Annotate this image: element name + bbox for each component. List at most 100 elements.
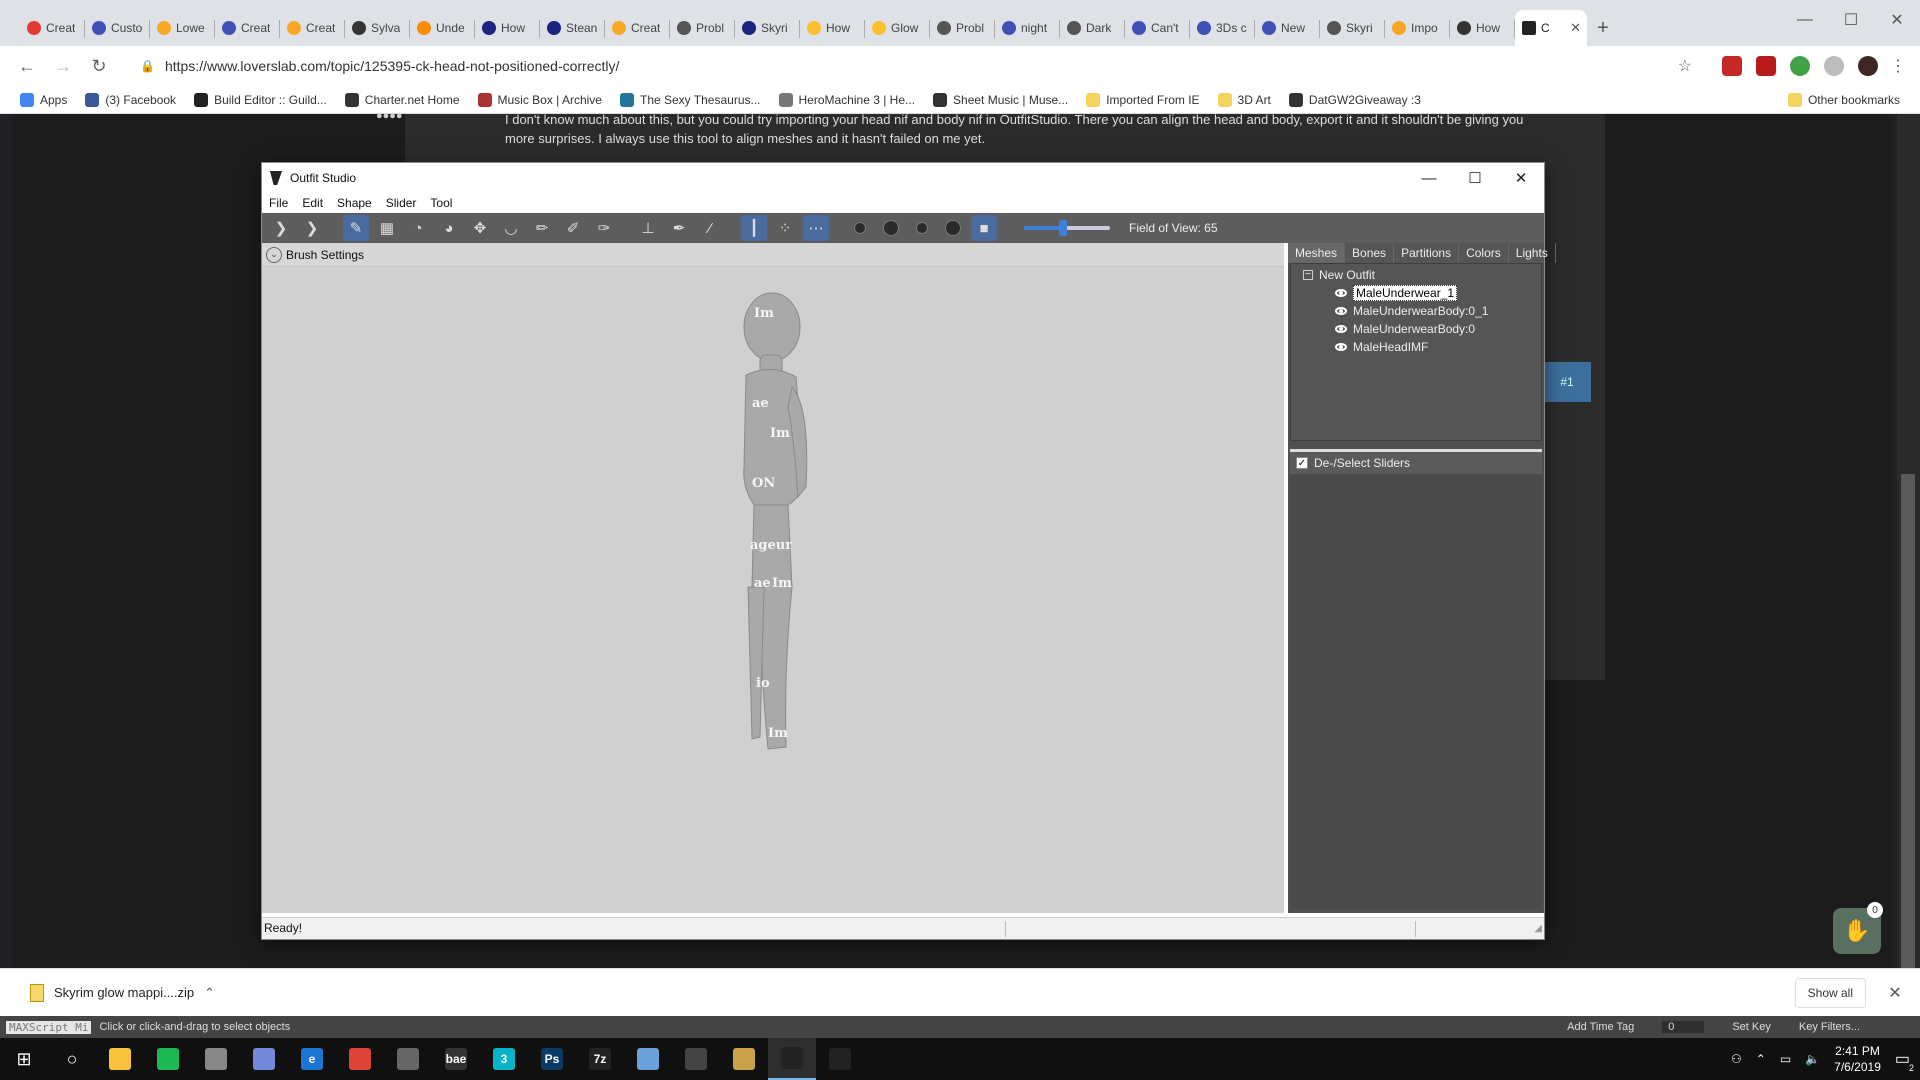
frame-field[interactable]: 0 bbox=[1662, 1021, 1705, 1033]
tab[interactable]: Creat bbox=[20, 10, 85, 46]
pin-icon[interactable]: ✒ bbox=[666, 215, 692, 241]
eye-icon[interactable] bbox=[1335, 343, 1347, 351]
tab[interactable]: Skyri bbox=[735, 10, 800, 46]
tab-active[interactable]: C ✕ bbox=[1515, 10, 1587, 46]
taskbar-app[interactable] bbox=[768, 1038, 816, 1080]
sliders-header[interactable]: ✓ De-/Select Sliders bbox=[1290, 452, 1542, 474]
clock[interactable]: 2:41 PM 7/6/2019 bbox=[1834, 1043, 1881, 1075]
panel-tab[interactable]: Bones bbox=[1345, 243, 1395, 263]
sphere-small-icon[interactable] bbox=[847, 215, 873, 241]
taskbar-app[interactable]: 3 bbox=[480, 1038, 528, 1080]
tab-close-icon[interactable]: ✕ bbox=[1570, 20, 1581, 36]
weight-brush-icon[interactable]: ✐ bbox=[560, 215, 586, 241]
taskbar-app[interactable] bbox=[336, 1038, 384, 1080]
menu-item[interactable]: File bbox=[269, 196, 288, 210]
tab[interactable]: How bbox=[1450, 10, 1515, 46]
bookmark-item[interactable]: The Sexy Thesaurus... bbox=[619, 92, 761, 107]
taskbar-app[interactable] bbox=[240, 1038, 288, 1080]
eye-icon[interactable] bbox=[1335, 307, 1347, 315]
taskbar-app[interactable] bbox=[720, 1038, 768, 1080]
extension-icon[interactable] bbox=[1756, 56, 1776, 76]
brush-tool-icon[interactable]: ✎ bbox=[343, 215, 369, 241]
menu-item[interactable]: Tool bbox=[430, 196, 452, 210]
bookmark-item[interactable]: Charter.net Home bbox=[344, 92, 460, 107]
tab[interactable]: Glow bbox=[865, 10, 930, 46]
chevron-down-icon[interactable]: ⌄ bbox=[266, 246, 282, 263]
tab[interactable]: 3Ds c bbox=[1190, 10, 1255, 46]
star-icon[interactable]: ☆ bbox=[1678, 56, 1692, 76]
forward-button[interactable]: → bbox=[48, 51, 78, 81]
sphere-wire-icon[interactable] bbox=[940, 215, 966, 241]
panel-tab[interactable]: Lights bbox=[1509, 243, 1556, 263]
tab[interactable]: Probl bbox=[670, 10, 735, 46]
mesh-item[interactable]: MaleUnderwear_1 bbox=[1291, 284, 1541, 302]
tree-root[interactable]: − New Outfit bbox=[1291, 266, 1541, 284]
page-scrollbar[interactable] bbox=[1897, 114, 1920, 974]
add-time-tag[interactable]: Add Time Tag bbox=[1567, 1021, 1634, 1033]
color-brush-icon[interactable]: ✑ bbox=[591, 215, 617, 241]
resize-grip-icon[interactable]: ◢ bbox=[1534, 923, 1542, 934]
taskbar-app[interactable] bbox=[624, 1038, 672, 1080]
tab[interactable]: Lowe bbox=[150, 10, 215, 46]
character-model[interactable]: Im ae Im ON ageur ae Im io Im bbox=[712, 287, 832, 757]
sphere-icon[interactable] bbox=[878, 215, 904, 241]
tab[interactable]: Probl bbox=[930, 10, 995, 46]
tab[interactable]: How bbox=[475, 10, 540, 46]
axes-icon[interactable]: ⊥ bbox=[635, 215, 661, 241]
menu-item[interactable]: Shape bbox=[337, 196, 372, 210]
taskbar-app[interactable]: Ps bbox=[528, 1038, 576, 1080]
tab[interactable]: Custo bbox=[85, 10, 150, 46]
tab[interactable]: Creat bbox=[605, 10, 670, 46]
set-key-button[interactable]: Set Key bbox=[1732, 1021, 1771, 1033]
mesh-item[interactable]: MaleUnderwearBody:0_1 bbox=[1291, 302, 1541, 320]
tab[interactable]: New bbox=[1255, 10, 1320, 46]
cube-icon[interactable]: ■ bbox=[971, 215, 997, 241]
taskbar-app[interactable] bbox=[816, 1038, 864, 1080]
taskbar-app[interactable] bbox=[384, 1038, 432, 1080]
extension-icon[interactable] bbox=[1722, 56, 1742, 76]
close-icon[interactable]: ✕ bbox=[1874, 0, 1920, 40]
volume-icon[interactable]: 🔈 bbox=[1805, 1052, 1820, 1066]
maximize-icon[interactable]: ☐ bbox=[1452, 163, 1498, 193]
bookmark-item[interactable]: Imported From IE bbox=[1086, 92, 1200, 107]
panel-tab[interactable]: Partitions bbox=[1394, 243, 1460, 263]
tab[interactable]: Stean bbox=[540, 10, 605, 46]
tab[interactable]: Dark bbox=[1060, 10, 1125, 46]
3d-viewport[interactable]: ⌄ Brush Settings Im ae Im ON ageur ae Im… bbox=[262, 243, 1284, 913]
taskbar-app[interactable] bbox=[144, 1038, 192, 1080]
vertex-icon[interactable]: ⋯ bbox=[803, 215, 829, 241]
smooth-brush-icon[interactable]: ◡ bbox=[498, 215, 524, 241]
tab[interactable]: Can't bbox=[1125, 10, 1190, 46]
start-button[interactable]: ⊞ bbox=[0, 1038, 48, 1080]
reload-button[interactable]: ↻ bbox=[84, 51, 114, 81]
mask-brush-icon[interactable]: ▦ bbox=[374, 215, 400, 241]
quote-badge[interactable]: #1 bbox=[1543, 362, 1591, 402]
select-tool-icon[interactable]: ❯ bbox=[268, 215, 294, 241]
tab[interactable]: Creat bbox=[280, 10, 345, 46]
mirror-icon[interactable]: ┃ bbox=[741, 215, 767, 241]
taskbar-app[interactable] bbox=[192, 1038, 240, 1080]
maxscript-listener[interactable]: MAXScript Mi bbox=[6, 1020, 92, 1034]
tab[interactable]: Skyri bbox=[1320, 10, 1385, 46]
taskbar-app[interactable]: bae bbox=[432, 1038, 480, 1080]
brush-settings-header[interactable]: ⌄ Brush Settings bbox=[262, 243, 1284, 267]
pen-icon[interactable]: ✏ bbox=[529, 215, 555, 241]
move-brush-icon[interactable]: ✥ bbox=[467, 215, 493, 241]
bookmark-item[interactable]: DatGW2Giveaway :3 bbox=[1288, 92, 1421, 107]
menu-item[interactable]: Slider bbox=[386, 196, 417, 210]
tab[interactable]: night bbox=[995, 10, 1060, 46]
minimize-icon[interactable]: — bbox=[1782, 0, 1828, 40]
sphere-shaded-icon[interactable] bbox=[909, 215, 935, 241]
panel-tab[interactable]: Colors bbox=[1459, 243, 1509, 263]
close-icon[interactable]: ✕ bbox=[1498, 163, 1544, 193]
bookmark-item[interactable]: (3) Facebook bbox=[85, 92, 176, 107]
tab[interactable]: Sylva bbox=[345, 10, 410, 46]
network-icon[interactable]: ▭ bbox=[1780, 1052, 1791, 1066]
cortana-button[interactable]: ○ bbox=[48, 1038, 96, 1080]
taskbar-app[interactable]: 7z bbox=[576, 1038, 624, 1080]
fov-slider[interactable] bbox=[1024, 220, 1110, 236]
bookmark-item[interactable]: Sheet Music | Muse... bbox=[933, 92, 1068, 107]
menu-item[interactable]: Edit bbox=[302, 196, 323, 210]
key-filters-button[interactable]: Key Filters... bbox=[1799, 1021, 1860, 1033]
notification-button[interactable]: ✋ 0 bbox=[1833, 902, 1883, 954]
